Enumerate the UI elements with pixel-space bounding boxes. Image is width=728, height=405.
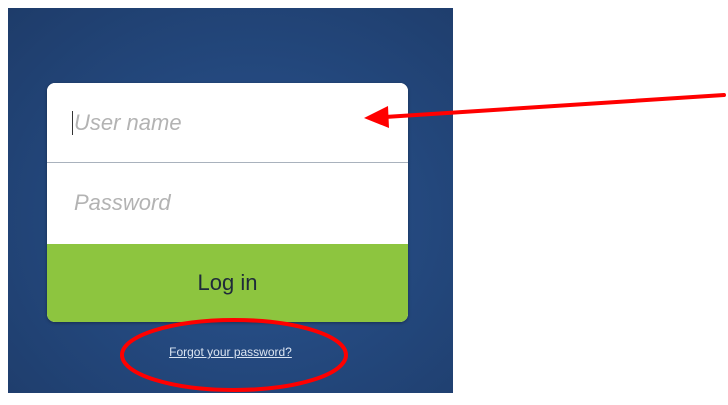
login-panel: Log in Forgot your password? xyxy=(8,8,453,393)
screenshot-stage: Log in Forgot your password? xyxy=(0,0,728,405)
username-field[interactable] xyxy=(47,83,408,163)
text-caret xyxy=(72,111,73,135)
login-card: Log in xyxy=(47,83,408,322)
forgot-password-link[interactable]: Forgot your password? xyxy=(8,345,453,359)
username-input[interactable] xyxy=(47,83,408,162)
password-input[interactable] xyxy=(47,163,408,243)
password-field[interactable] xyxy=(47,163,408,243)
login-button[interactable]: Log in xyxy=(47,244,408,322)
